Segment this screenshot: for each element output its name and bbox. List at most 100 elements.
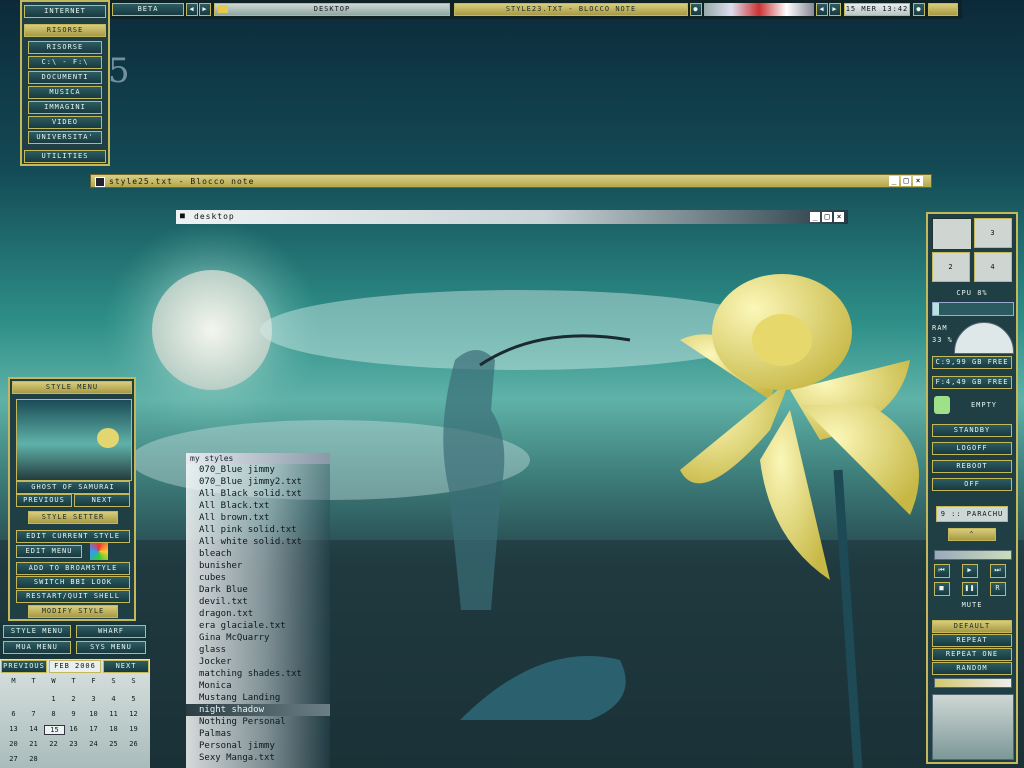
style-menu-item[interactable]: All white solid.txt (186, 536, 330, 548)
prev-task-button[interactable]: ◀ (816, 3, 828, 16)
style-menu-item[interactable]: Jocker (186, 656, 330, 668)
repeat-button[interactable]: REPEAT (932, 634, 1012, 647)
repeat-icon[interactable]: R (990, 582, 1006, 596)
calendar-day[interactable]: 20 (4, 740, 23, 748)
style-menu-item[interactable]: 070_Blue jimmy2.txt (186, 476, 330, 488)
workspace-label[interactable]: BETA (112, 3, 184, 16)
submenu-documenti[interactable]: DOCUMENTI (28, 71, 102, 84)
submenu-universita[interactable]: UNIVERSITA' (28, 131, 102, 144)
reboot-button[interactable]: REBOOT (932, 460, 1012, 473)
maximize-icon[interactable]: □ (822, 212, 832, 222)
restart-quit-shell-button[interactable]: RESTART/QUIT SHELL (16, 590, 130, 603)
calendar-day[interactable]: 16 (64, 725, 83, 733)
play-icon[interactable]: ▶ (962, 564, 978, 578)
style-menu-item[interactable]: cubes (186, 572, 330, 584)
style-menu-item[interactable]: dragon.txt (186, 608, 330, 620)
calendar-day[interactable]: 8 (44, 710, 63, 718)
prev-workspace-button[interactable]: ◀ (186, 3, 198, 16)
default-button[interactable]: DEFAULT (932, 620, 1012, 633)
submenu-video[interactable]: VIDEO (28, 116, 102, 129)
previous-track-icon[interactable]: ⏮ (934, 564, 950, 578)
style-menu-item[interactable]: matching shades.txt (186, 668, 330, 680)
recycle-bin-icon[interactable] (934, 396, 950, 414)
taskbar-extra-button[interactable] (928, 3, 958, 16)
style-previous-button[interactable]: PREVIOUS (16, 494, 72, 507)
clock[interactable]: 15 MER 13:42 (844, 3, 910, 16)
next-task-button[interactable]: ▶ (829, 3, 841, 16)
close-icon[interactable]: × (834, 212, 844, 222)
eject-button[interactable]: ⌃ (948, 528, 996, 541)
style-menu-item[interactable]: All Black.txt (186, 500, 330, 512)
pause-icon[interactable]: ❚❚ (962, 582, 978, 596)
window-label[interactable]: DESKTOP (214, 3, 450, 16)
style-menu-item[interactable]: glass (186, 644, 330, 656)
calendar-day[interactable]: 15 (44, 725, 65, 735)
calendar-day[interactable]: 12 (124, 710, 143, 718)
stop-icon[interactable]: ■ (934, 582, 950, 596)
modify-style-button[interactable]: MODIFY STYLE (28, 605, 118, 618)
calendar-day[interactable]: 21 (24, 740, 43, 748)
submenu-immagini[interactable]: IMMAGINI (28, 101, 102, 114)
calendar-day[interactable]: 18 (104, 725, 123, 733)
calendar-day[interactable]: 13 (4, 725, 23, 733)
player-position-bar[interactable] (934, 550, 1012, 560)
submenu-risorse[interactable]: RISORSE (28, 41, 102, 54)
style-menu-item[interactable]: Sexy Manga.txt (186, 752, 330, 764)
dock-sys-menu-button[interactable]: SYS MENU (76, 641, 146, 654)
dock-mua-menu-button[interactable]: MUA MENU (3, 641, 71, 654)
style-menu-item[interactable]: All brown.txt (186, 512, 330, 524)
style-setter-button[interactable]: STYLE SETTER (28, 511, 118, 524)
random-button[interactable]: RANDOM (932, 662, 1012, 675)
submenu-drives[interactable]: C:\ - F:\ (28, 56, 102, 69)
calendar-day[interactable]: 26 (124, 740, 143, 748)
drive-f-free[interactable]: F:4,49 GB FREE (932, 376, 1012, 389)
drive-c-free[interactable]: C:9,99 GB FREE (932, 356, 1012, 369)
edit-menu-button[interactable]: EDIT MENU (16, 545, 82, 558)
calendar-next-button[interactable]: NEXT (103, 660, 149, 673)
calendar-day[interactable]: 9 (64, 710, 83, 718)
style-menu-item[interactable]: Personal jimmy (186, 740, 330, 752)
recycle-bin-status[interactable]: EMPTY (956, 400, 1012, 413)
style-preview-image[interactable] (16, 399, 132, 481)
style-menu-item[interactable]: Palmas (186, 728, 330, 740)
style-menu-item[interactable]: Gina McQuarry (186, 632, 330, 644)
submenu-musica[interactable]: MUSICA (28, 86, 102, 99)
calendar-day[interactable]: 5 (124, 695, 143, 703)
desktop-window[interactable]: ■ desktop _ □ × (176, 210, 848, 224)
volume-bar[interactable] (934, 678, 1012, 688)
style-menu-item[interactable]: 070_Blue jimmy (186, 464, 330, 476)
add-to-broamstyle-button[interactable]: ADD TO BROAMSTYLE (16, 562, 130, 575)
edit-current-style-button[interactable]: EDIT CURRENT STYLE (16, 530, 130, 543)
calendar-day[interactable]: 4 (104, 695, 123, 703)
style-menu-item[interactable]: era glaciale.txt (186, 620, 330, 632)
style-menu-item[interactable]: bunisher (186, 560, 330, 572)
calendar-day[interactable]: 25 (104, 740, 123, 748)
style-menu-item[interactable]: Mustang Landing (186, 692, 330, 704)
close-icon[interactable]: × (913, 176, 923, 186)
calendar-day[interactable]: 2 (64, 695, 83, 703)
calendar-day[interactable]: 3 (84, 695, 103, 703)
calendar-day[interactable]: 6 (4, 710, 23, 718)
style-menu-item[interactable]: devil.txt (186, 596, 330, 608)
off-button[interactable]: OFF (932, 478, 1012, 491)
minimize-icon[interactable]: _ (889, 176, 899, 186)
calendar-previous-button[interactable]: PREVIOUS (1, 660, 47, 673)
colorwheel-icon[interactable] (90, 543, 108, 560)
minimize-icon[interactable]: _ (810, 212, 820, 222)
maximize-icon[interactable]: □ (901, 176, 911, 186)
style-menu-item[interactable]: Nothing Personal (186, 716, 330, 728)
mute-button[interactable]: MUTE (932, 600, 1012, 613)
style-next-button[interactable]: NEXT (74, 494, 130, 507)
workspace-3-pager[interactable]: 3 (974, 218, 1012, 248)
calendar-day[interactable]: 1 (44, 695, 63, 703)
calendar-day[interactable]: 22 (44, 740, 63, 748)
calendar-day[interactable]: 11 (104, 710, 123, 718)
taskbar-menu-button[interactable]: ● (913, 3, 925, 16)
menu-internet[interactable]: INTERNET (24, 5, 106, 18)
calendar-day[interactable]: 14 (24, 725, 43, 733)
notepad-window[interactable]: style25.txt - Blocco note _ □ × (90, 174, 932, 188)
style-menu-item[interactable]: All pink solid.txt (186, 524, 330, 536)
next-workspace-button[interactable]: ▶ (199, 3, 211, 16)
standby-button[interactable]: STANDBY (932, 424, 1012, 437)
dock-wharf-button[interactable]: WHARF (76, 625, 146, 638)
